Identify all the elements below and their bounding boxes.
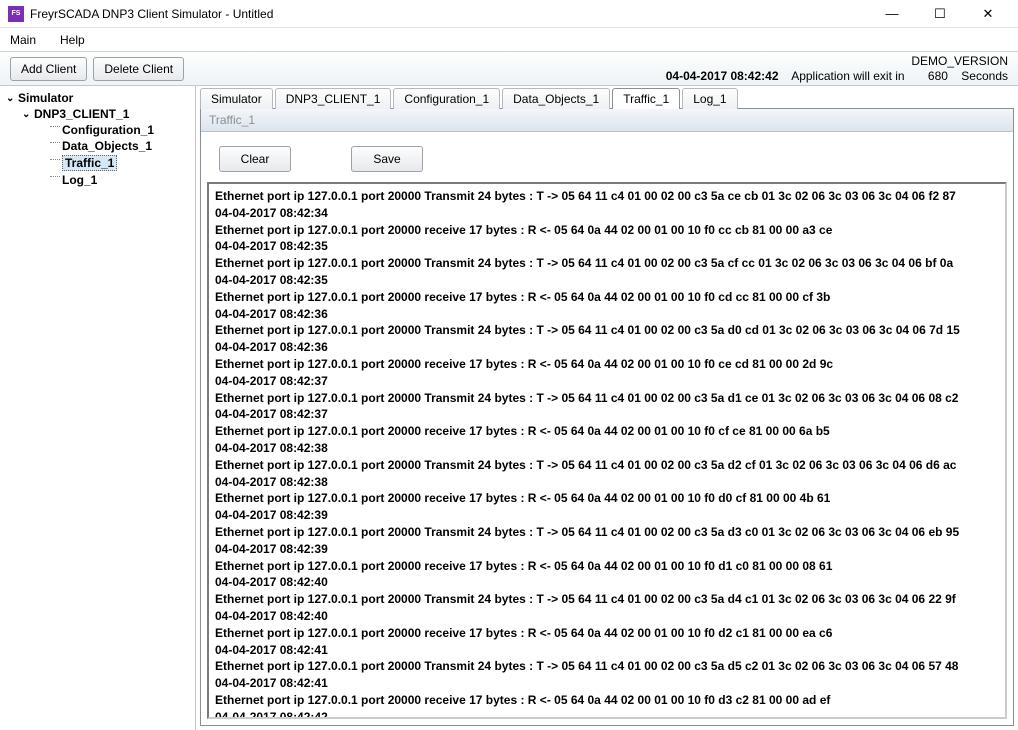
exit-seconds-value: 680 bbox=[928, 69, 948, 83]
tab-configuration[interactable]: Configuration_1 bbox=[393, 88, 500, 109]
main-area: ⌄ Simulator ⌄ DNP3_CLIENT_1 Configuratio… bbox=[0, 86, 1018, 730]
window-title: FreyrSCADA DNP3 Client Simulator - Untit… bbox=[30, 7, 878, 21]
log-line: Ethernet port ip 127.0.0.1 port 20000 Tr… bbox=[215, 255, 999, 272]
caret-down-icon: ⌄ bbox=[6, 93, 16, 104]
log-line: 04-04-2017 08:42:40 bbox=[215, 608, 999, 625]
panel-header: Traffic_1 bbox=[201, 109, 1013, 132]
status-area: DEMO_VERSION 04-04-2017 08:42:42 Applica… bbox=[666, 54, 1008, 83]
log-line: 04-04-2017 08:42:40 bbox=[215, 574, 999, 591]
log-line: Ethernet port ip 127.0.0.1 port 20000 re… bbox=[215, 490, 999, 507]
demo-version-label: DEMO_VERSION bbox=[911, 54, 1008, 68]
tree-node-traffic[interactable]: Traffic_1 bbox=[0, 154, 195, 172]
toolbar: Add Client Delete Client DEMO_VERSION 04… bbox=[0, 52, 1018, 86]
status-datetime: 04-04-2017 08:42:42 bbox=[666, 69, 779, 83]
log-line: 04-04-2017 08:42:39 bbox=[215, 507, 999, 524]
add-client-button[interactable]: Add Client bbox=[10, 57, 87, 81]
tree-connector-icon bbox=[50, 142, 60, 143]
sidebar-tree[interactable]: ⌄ Simulator ⌄ DNP3_CLIENT_1 Configuratio… bbox=[0, 86, 196, 730]
title-bar: FS FreyrSCADA DNP3 Client Simulator - Un… bbox=[0, 0, 1018, 28]
log-line: 04-04-2017 08:42:42 bbox=[215, 709, 999, 717]
log-line: Ethernet port ip 127.0.0.1 port 20000 re… bbox=[215, 625, 999, 642]
window-controls: — ☐ ✕ bbox=[878, 4, 1010, 24]
tab-log[interactable]: Log_1 bbox=[682, 88, 737, 109]
menu-bar: Main Help bbox=[0, 28, 1018, 52]
tree-node-data-objects[interactable]: Data_Objects_1 bbox=[0, 138, 195, 154]
tab-client[interactable]: DNP3_CLIENT_1 bbox=[275, 88, 392, 109]
log-line: 04-04-2017 08:42:41 bbox=[215, 642, 999, 659]
log-line: Ethernet port ip 127.0.0.1 port 20000 Tr… bbox=[215, 188, 999, 205]
log-line: 04-04-2017 08:42:37 bbox=[215, 373, 999, 390]
log-line: Ethernet port ip 127.0.0.1 port 20000 Tr… bbox=[215, 658, 999, 675]
menu-main[interactable]: Main bbox=[6, 31, 40, 49]
clear-button[interactable]: Clear bbox=[219, 146, 291, 172]
log-line: Ethernet port ip 127.0.0.1 port 20000 re… bbox=[215, 558, 999, 575]
log-line: Ethernet port ip 127.0.0.1 port 20000 Tr… bbox=[215, 457, 999, 474]
save-button[interactable]: Save bbox=[351, 146, 423, 172]
caret-down-icon: ⌄ bbox=[22, 109, 32, 120]
delete-client-button[interactable]: Delete Client bbox=[93, 57, 184, 81]
traffic-log-frame: Ethernet port ip 127.0.0.1 port 20000 Tr… bbox=[207, 182, 1007, 719]
menu-help[interactable]: Help bbox=[56, 31, 89, 49]
tree-root-simulator[interactable]: ⌄ Simulator bbox=[0, 90, 195, 106]
log-line: Ethernet port ip 127.0.0.1 port 20000 Tr… bbox=[215, 524, 999, 541]
tree-connector-icon bbox=[50, 159, 60, 160]
log-line: Ethernet port ip 127.0.0.1 port 20000 re… bbox=[215, 222, 999, 239]
log-line: 04-04-2017 08:42:35 bbox=[215, 238, 999, 255]
log-line: Ethernet port ip 127.0.0.1 port 20000 re… bbox=[215, 423, 999, 440]
tab-traffic[interactable]: Traffic_1 bbox=[612, 88, 680, 109]
log-line: 04-04-2017 08:42:39 bbox=[215, 541, 999, 558]
log-line: 04-04-2017 08:42:37 bbox=[215, 406, 999, 423]
log-line: Ethernet port ip 127.0.0.1 port 20000 Tr… bbox=[215, 591, 999, 608]
log-line: 04-04-2017 08:42:38 bbox=[215, 474, 999, 491]
tree-connector-icon bbox=[50, 176, 60, 177]
exit-label: Application will exit in bbox=[791, 69, 904, 83]
log-line: Ethernet port ip 127.0.0.1 port 20000 re… bbox=[215, 356, 999, 373]
exit-seconds-label: Seconds bbox=[961, 69, 1008, 83]
tab-simulator[interactable]: Simulator bbox=[200, 88, 273, 109]
tree-node-log[interactable]: Log_1 bbox=[0, 172, 195, 188]
tree-node-client[interactable]: ⌄ DNP3_CLIENT_1 bbox=[0, 106, 195, 122]
log-line: 04-04-2017 08:42:38 bbox=[215, 440, 999, 457]
tab-data-objects[interactable]: Data_Objects_1 bbox=[502, 88, 610, 109]
log-line: 04-04-2017 08:42:36 bbox=[215, 306, 999, 323]
minimize-button[interactable]: — bbox=[878, 4, 906, 24]
tree-connector-icon bbox=[50, 126, 60, 127]
log-line: Ethernet port ip 127.0.0.1 port 20000 re… bbox=[215, 692, 999, 709]
close-button[interactable]: ✕ bbox=[974, 4, 1002, 24]
panel-button-row: Clear Save bbox=[201, 132, 1013, 182]
log-line: 04-04-2017 08:42:41 bbox=[215, 675, 999, 692]
log-line: 04-04-2017 08:42:36 bbox=[215, 339, 999, 356]
log-line: Ethernet port ip 127.0.0.1 port 20000 Tr… bbox=[215, 390, 999, 407]
traffic-log[interactable]: Ethernet port ip 127.0.0.1 port 20000 Tr… bbox=[209, 184, 1005, 717]
traffic-panel: Traffic_1 Clear Save Ethernet port ip 12… bbox=[200, 108, 1014, 726]
log-line: 04-04-2017 08:42:34 bbox=[215, 205, 999, 222]
content-area: Simulator DNP3_CLIENT_1 Configuration_1 … bbox=[196, 86, 1018, 730]
log-line: Ethernet port ip 127.0.0.1 port 20000 re… bbox=[215, 289, 999, 306]
tab-strip: Simulator DNP3_CLIENT_1 Configuration_1 … bbox=[196, 86, 1018, 108]
maximize-button[interactable]: ☐ bbox=[926, 4, 954, 24]
log-line: Ethernet port ip 127.0.0.1 port 20000 Tr… bbox=[215, 322, 999, 339]
tree-node-configuration[interactable]: Configuration_1 bbox=[0, 122, 195, 138]
log-line: 04-04-2017 08:42:35 bbox=[215, 272, 999, 289]
app-icon: FS bbox=[8, 6, 24, 22]
